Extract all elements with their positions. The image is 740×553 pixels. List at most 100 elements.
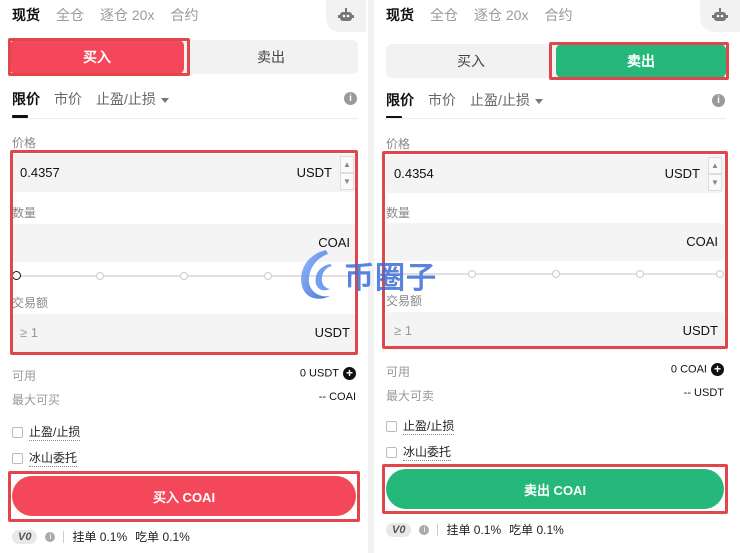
- sell-tab[interactable]: 卖出: [556, 44, 726, 78]
- sell-coai-button[interactable]: 卖出 COAI: [386, 469, 724, 509]
- slider-mark-25[interactable]: [96, 272, 104, 280]
- watermark: 币圈子: [296, 246, 437, 304]
- price-value: 0.4354: [394, 166, 434, 181]
- tabs-divider: [10, 118, 358, 119]
- order-type-tabs: 限价 市价 止盈/止损: [12, 87, 169, 118]
- tab-cross-margin[interactable]: 全仓: [56, 5, 84, 25]
- taker-fee: 吃单 0.1%: [135, 530, 190, 544]
- price-input[interactable]: 0.4354 USDT ▲ ▼: [386, 155, 724, 193]
- available-label: 可用: [12, 369, 37, 383]
- buy-sell-toggle: 买入 卖出: [10, 40, 358, 74]
- tab-isolated-margin[interactable]: 逐仓 20x: [100, 5, 154, 25]
- price-label: 价格: [12, 136, 37, 150]
- amount-input[interactable]: ≥ 1 USDT: [386, 312, 724, 350]
- watermark-logo: [301, 250, 332, 299]
- iceberg-checkbox[interactable]: [12, 452, 23, 464]
- amount-unit: USDT: [682, 323, 718, 338]
- amount-slider[interactable]: [388, 268, 724, 280]
- tab-spot[interactable]: 现货: [386, 5, 414, 25]
- vip-level-badge[interactable]: V0: [386, 522, 412, 537]
- price-stepper: ▲ ▼: [340, 156, 354, 190]
- info-icon[interactable]: i: [712, 94, 725, 107]
- max-sell-label: 最大可卖: [386, 389, 435, 403]
- slider-mark-50[interactable]: [180, 272, 188, 280]
- slider-mark-50[interactable]: [552, 270, 560, 278]
- tab-futures[interactable]: 合约: [544, 5, 572, 25]
- tab-market[interactable]: 市价: [54, 89, 82, 109]
- available-label: 可用: [386, 365, 411, 379]
- chevron-down-icon: [534, 98, 543, 104]
- tab-market[interactable]: 市价: [428, 90, 456, 110]
- decrease-icon[interactable]: ▼: [708, 174, 722, 191]
- taker-fee: 吃单 0.1%: [509, 523, 564, 537]
- tpsl-checkbox-label: 止盈/止损: [29, 425, 81, 441]
- iceberg-checkbox-row[interactable]: 冰山委托: [386, 443, 452, 461]
- tab-limit[interactable]: 限价: [386, 90, 414, 119]
- info-icon[interactable]: i: [344, 92, 357, 105]
- iceberg-checkbox-label: 冰山委托: [403, 445, 452, 461]
- quantity-unit: COAI: [686, 234, 718, 249]
- amount-label: 交易额: [12, 296, 49, 310]
- tpsl-checkbox[interactable]: [12, 426, 23, 438]
- tab-spot[interactable]: 现货: [12, 5, 40, 25]
- amount-unit: USDT: [314, 325, 350, 340]
- tab-limit[interactable]: 限价: [12, 89, 40, 118]
- buy-sell-toggle: 买入 卖出: [386, 44, 726, 78]
- available-row: 0 COAI +: [671, 363, 724, 376]
- fee-separator: [63, 530, 65, 543]
- plus-icon[interactable]: +: [343, 367, 356, 380]
- slider-mark-25[interactable]: [468, 270, 476, 278]
- price-unit: USDT: [664, 166, 700, 181]
- max-buy-label: 最大可买: [12, 393, 61, 407]
- sell-tab[interactable]: 卖出: [184, 40, 358, 74]
- tab-isolated-margin[interactable]: 逐仓 20x: [474, 5, 528, 25]
- quantity-label: 数量: [386, 206, 411, 220]
- market-type-tabs: 现货 全仓 逐仓 20x 合约: [386, 0, 740, 30]
- tabs-divider: [386, 118, 726, 119]
- tab-futures[interactable]: 合约: [170, 5, 198, 25]
- order-type-tabs: 限价 市价 止盈/止损: [386, 88, 543, 119]
- price-label: 价格: [386, 137, 411, 151]
- slider-mark-75[interactable]: [264, 272, 272, 280]
- tpsl-checkbox[interactable]: [386, 420, 397, 432]
- fee-info-icon[interactable]: i: [419, 524, 430, 535]
- increase-icon[interactable]: ▲: [708, 157, 722, 174]
- tpsl-checkbox-row[interactable]: 止盈/止损: [12, 423, 81, 441]
- tpsl-checkbox-row[interactable]: 止盈/止损: [386, 417, 455, 435]
- vip-level-badge[interactable]: V0: [12, 529, 38, 544]
- decrease-icon[interactable]: ▼: [340, 173, 354, 190]
- watermark-text: 币圈子: [344, 262, 437, 295]
- tab-cross-margin[interactable]: 全仓: [430, 5, 458, 25]
- price-input[interactable]: 0.4357 USDT ▲ ▼: [12, 154, 356, 192]
- robot-icon: [712, 8, 728, 21]
- bot-button[interactable]: [326, 0, 366, 32]
- tab-tpsl-dropdown[interactable]: 止盈/止损: [96, 89, 169, 109]
- iceberg-checkbox-label: 冰山委托: [29, 451, 78, 467]
- tpsl-checkbox-label: 止盈/止损: [403, 419, 455, 435]
- bot-button[interactable]: [700, 0, 740, 32]
- maker-fee: 挂单 0.1%: [72, 530, 128, 544]
- increase-icon[interactable]: ▲: [340, 156, 354, 173]
- fee-row: V0 i 挂单 0.1% 吃单 0.1%: [12, 528, 190, 545]
- fee-info-icon[interactable]: i: [45, 531, 56, 542]
- iceberg-checkbox-row[interactable]: 冰山委托: [12, 449, 78, 467]
- plus-icon[interactable]: +: [711, 363, 724, 376]
- iceberg-checkbox[interactable]: [386, 446, 397, 458]
- price-value: 0.4357: [20, 165, 60, 180]
- amount-placeholder: ≥ 1: [394, 323, 412, 338]
- price-unit: USDT: [296, 165, 332, 180]
- buy-coai-button[interactable]: 买入 COAI: [12, 476, 356, 516]
- buy-tab[interactable]: 买入: [10, 40, 184, 74]
- tab-tpsl-dropdown[interactable]: 止盈/止损: [470, 90, 543, 110]
- tab-tpsl-label: 止盈/止损: [96, 91, 156, 107]
- slider-handle[interactable]: [12, 271, 21, 280]
- buy-tab[interactable]: 买入: [386, 44, 556, 78]
- amount-input[interactable]: ≥ 1 USDT: [12, 314, 356, 352]
- fee-row: V0 i 挂单 0.1% 吃单 0.1%: [386, 521, 564, 538]
- fee-separator: [437, 523, 439, 536]
- slider-mark-100[interactable]: [716, 270, 724, 278]
- maker-fee: 挂单 0.1%: [446, 523, 502, 537]
- market-type-tabs: 现货 全仓 逐仓 20x 合约: [12, 0, 368, 30]
- available-row: 0 USDT +: [300, 367, 356, 380]
- slider-mark-75[interactable]: [636, 270, 644, 278]
